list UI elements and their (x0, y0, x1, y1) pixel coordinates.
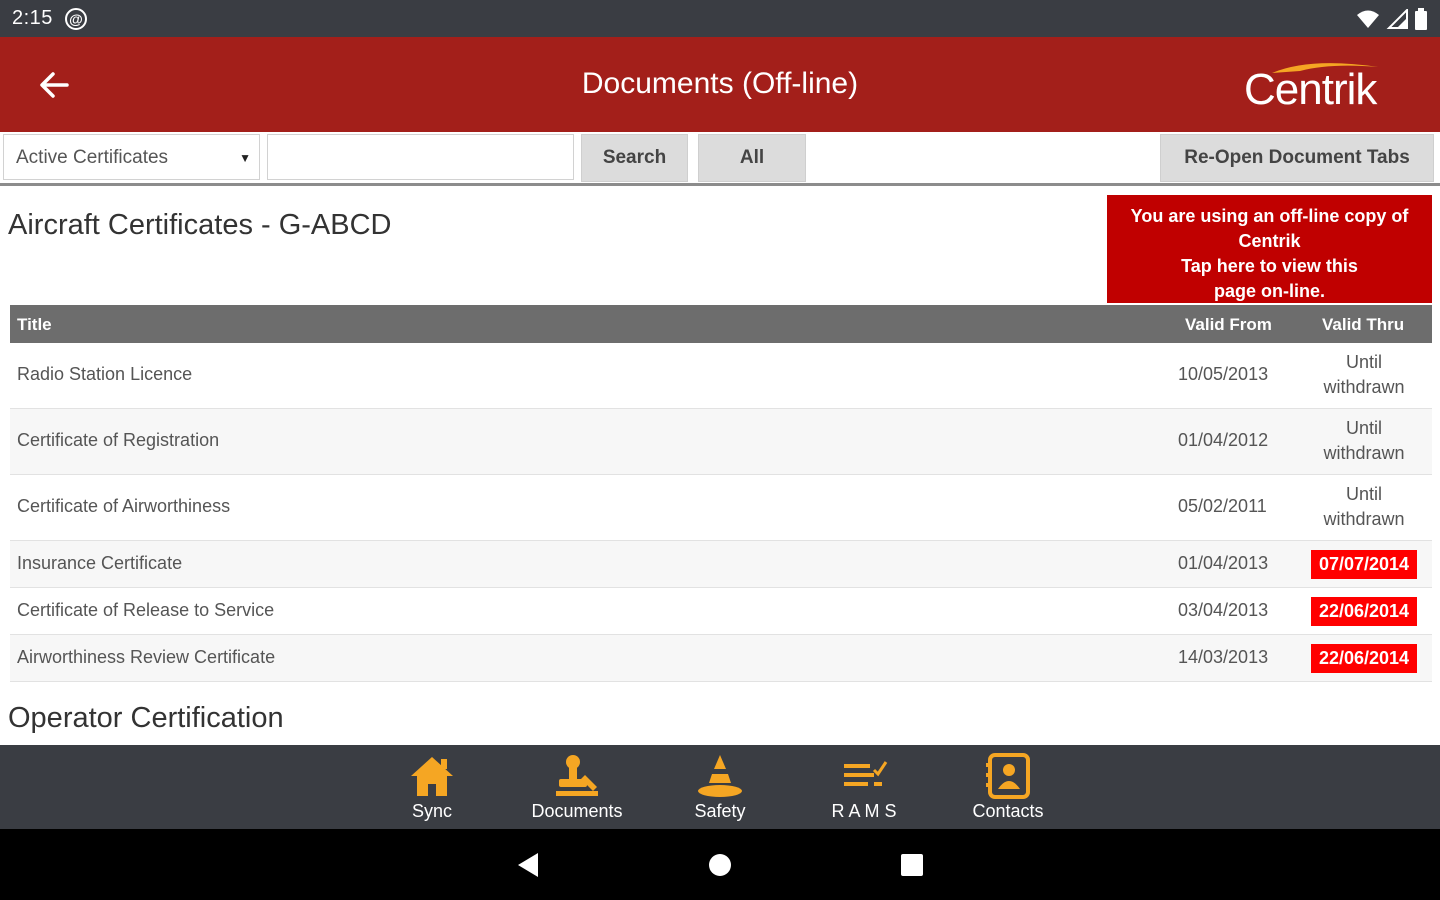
tab-label: Sync (411, 801, 453, 821)
bottom-tab-bar: Sync Documents Safety R A M S Contacts (0, 745, 1440, 829)
table-row[interactable]: Radio Station Licence 10/05/2013 Until w… (10, 343, 1432, 409)
tab-label: Contacts (972, 801, 1044, 821)
row-title: Radio Station Licence (17, 364, 193, 384)
checklist-icon (840, 753, 888, 799)
filter-toolbar: Active Certificates ▼ Search All Re-Open… (0, 132, 1440, 186)
row-valid-from: 14/03/2013 (1178, 647, 1269, 667)
all-button[interactable]: All (698, 134, 806, 182)
row-valid-thru: Until withdrawn (1305, 416, 1423, 466)
expired-date-badge: 22/06/2014 (1310, 644, 1418, 673)
signal-icon (1386, 8, 1408, 29)
row-valid-thru: Until withdrawn (1305, 482, 1423, 532)
tab-label: Safety (694, 801, 746, 821)
table-row[interactable]: Certificate of Release to Service 03/04/… (10, 588, 1432, 635)
offline-notice-line: You are using an off-line copy of (1130, 206, 1409, 226)
caret-down-icon: ▼ (239, 151, 251, 165)
row-title: Airworthiness Review Certificate (17, 647, 276, 667)
battery-icon (1415, 7, 1427, 30)
status-time: 2:15 (12, 7, 53, 29)
row-valid-thru: 22/06/2014 (1305, 597, 1423, 626)
status-bar: 2:15 @ (0, 0, 1440, 37)
main-content[interactable]: Aircraft Certificates - G-ABCD You are u… (0, 189, 1440, 745)
row-title: Certificate of Registration (17, 430, 220, 450)
stamp-icon (553, 753, 601, 799)
nav-recents-button[interactable] (894, 849, 930, 881)
certificate-filter-select[interactable]: Active Certificates ▼ (3, 134, 260, 180)
row-valid-from: 01/04/2012 (1178, 430, 1269, 450)
table-row[interactable]: Insurance Certificate 01/04/2013 07/07/2… (10, 541, 1432, 588)
tab-safety[interactable]: Safety (650, 745, 790, 829)
row-valid-thru-line: Until (1345, 484, 1382, 504)
row-valid-thru-line: withdrawn (1323, 443, 1405, 463)
row-valid-thru-line: withdrawn (1323, 509, 1405, 529)
row-valid-from: 03/04/2013 (1178, 600, 1269, 620)
table-header: Title Valid From Valid Thru (10, 305, 1432, 343)
status-icons (1356, 7, 1428, 30)
tab-label: Documents (531, 801, 623, 821)
offline-notice-line: Tap here to view this (1181, 256, 1358, 276)
tab-sync[interactable]: Sync (362, 745, 502, 829)
row-valid-thru-line: withdrawn (1323, 377, 1405, 397)
nav-back-button[interactable] (510, 849, 546, 881)
table-body: Radio Station Licence 10/05/2013 Until w… (10, 343, 1432, 682)
row-title: Insurance Certificate (17, 553, 183, 573)
offline-notice-banner[interactable]: You are using an off-line copy of Centri… (1107, 195, 1432, 303)
certificate-filter-value: Active Certificates (16, 147, 169, 168)
contact-icon (984, 753, 1032, 799)
reopen-document-tabs-button[interactable]: Re-Open Document Tabs (1160, 134, 1434, 182)
offline-notice-line: Centrik (1238, 231, 1301, 251)
app-header: Documents (Off-line) Centrik (0, 37, 1440, 132)
tab-documents[interactable]: Documents (507, 745, 647, 829)
operator-section-title: Operator Certification (8, 702, 284, 734)
row-valid-from: 01/04/2013 (1178, 553, 1269, 573)
row-valid-thru-line: Until (1345, 418, 1382, 438)
circle-home-icon (709, 854, 731, 876)
row-valid-from: 10/05/2013 (1178, 364, 1269, 384)
page-title: Documents (Off-line) (581, 67, 859, 100)
app-root: 2:15 @ Documents (Off-line) Centrik Acti… (0, 0, 1440, 900)
nav-home-button[interactable] (702, 849, 738, 881)
row-valid-thru: 22/06/2014 (1305, 644, 1423, 673)
home-icon (408, 753, 456, 799)
column-header-title: Title (17, 315, 52, 334)
search-button[interactable]: Search (581, 134, 688, 182)
row-valid-thru: 07/07/2014 (1305, 550, 1423, 579)
aircraft-section-title: Aircraft Certificates - G-ABCD (8, 209, 392, 241)
expired-date-badge: 22/06/2014 (1310, 597, 1418, 626)
table-row[interactable]: Certificate of Airworthiness 05/02/2011 … (10, 475, 1432, 541)
tab-contacts[interactable]: Contacts (938, 745, 1078, 829)
row-valid-thru: Until withdrawn (1305, 350, 1423, 400)
logo-wordmark: Centrik (1244, 65, 1377, 114)
table-row[interactable]: Airworthiness Review Certificate 14/03/2… (10, 635, 1432, 682)
expired-date-badge: 07/07/2014 (1310, 550, 1418, 579)
row-title: Certificate of Release to Service (17, 600, 275, 620)
search-input[interactable] (267, 134, 574, 180)
centrik-logo: Centrik (1240, 55, 1390, 119)
square-recents-icon (901, 854, 923, 876)
certificates-table: Title Valid From Valid Thru Radio Statio… (10, 305, 1432, 682)
row-valid-thru-line: Until (1345, 352, 1382, 372)
wifi-icon (1357, 10, 1379, 28)
triangle-back-icon (518, 853, 538, 877)
cone-icon (696, 753, 744, 799)
tab-label: R A M S (831, 801, 897, 821)
at-sign-icon: @ (64, 7, 87, 30)
row-title: Certificate of Airworthiness (17, 496, 231, 516)
row-valid-from: 05/02/2011 (1178, 496, 1267, 516)
table-row[interactable]: Certificate of Registration 01/04/2012 U… (10, 409, 1432, 475)
system-nav-bar (0, 829, 1440, 900)
tab-rams[interactable]: R A M S (794, 745, 934, 829)
column-header-valid-from: Valid From (1185, 315, 1272, 334)
column-header-valid-thru: Valid Thru (1322, 315, 1405, 334)
offline-notice-line: page on-line. (1213, 281, 1325, 301)
